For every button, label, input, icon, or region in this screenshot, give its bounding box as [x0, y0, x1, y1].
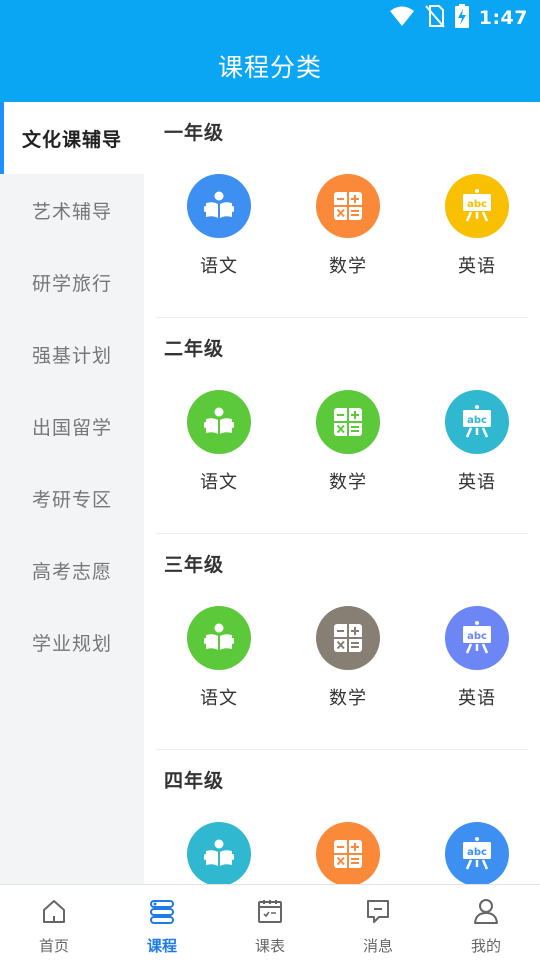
no-sim-icon — [424, 4, 445, 32]
svg-text:abc: abc — [467, 415, 487, 426]
subject-label: 英语 — [458, 256, 496, 277]
calculator-icon — [316, 606, 380, 670]
subject-chinese-button[interactable]: 语文 — [187, 174, 251, 278]
app-header: 1:47 课程分类 — [0, 0, 540, 102]
reading-person-icon — [187, 822, 251, 884]
subject-row: 语文 数学 abc 英语 — [156, 606, 528, 710]
subject-label: 数学 — [329, 256, 367, 277]
grade-section: 四年级语文 数学 abc英语 — [156, 750, 528, 884]
subject-math-button[interactable]: 数学 — [316, 822, 380, 884]
subject-label: 英语 — [458, 472, 496, 493]
tab-home[interactable]: 首页 — [0, 885, 108, 960]
abc-board-icon: abc — [445, 174, 509, 238]
profile-icon — [472, 897, 500, 929]
grade-title: 二年级 — [164, 338, 225, 360]
subject-english-button[interactable]: abc 英语 — [445, 174, 509, 278]
sidebar-item-study-tour[interactable]: 研学旅行 — [0, 246, 144, 318]
subject-row: 语文 数学 abc 英语 — [156, 174, 528, 278]
calculator-icon — [316, 390, 380, 454]
abc-board-icon: abc — [445, 822, 509, 884]
course-content: 一年级语文数学abc英语二年级语文数学abc英语三年级语文数学abc英语四年级语… — [144, 102, 540, 884]
tab-label: 消息 — [362, 937, 393, 955]
subject-chinese-button[interactable]: 语文 — [187, 390, 251, 494]
reading-person-icon — [187, 174, 251, 238]
app-root: 1:47 课程分类 文化课辅导 艺术辅导 研学旅行 强基计划 出国留学 考研专区… — [0, 0, 540, 960]
tab-label: 我的 — [470, 937, 501, 955]
grade-title: 三年级 — [164, 554, 225, 576]
tab-course[interactable]: 课程 — [108, 885, 216, 960]
grade-section: 三年级语文 数学 abc 英语 — [156, 534, 528, 750]
calculator-icon — [316, 174, 380, 238]
subject-chinese-button[interactable]: 语文 — [187, 822, 251, 884]
subject-row: 语文 数学 abc英语 — [156, 822, 528, 884]
grade-section: 一年级语文 数学 abc 英语 — [156, 102, 528, 318]
tab-profile[interactable]: 我的 — [432, 885, 540, 960]
sidebar-item-strong-foundation[interactable]: 强基计划 — [0, 318, 144, 390]
subject-math-button[interactable]: 数学 — [316, 390, 380, 494]
abc-board-icon: abc — [445, 606, 509, 670]
abc-board-icon: abc — [445, 390, 509, 454]
svg-text:abc: abc — [467, 199, 487, 210]
tab-messages[interactable]: 消息 — [324, 885, 432, 960]
grade-section: 二年级语文 数学 abc 英语 — [156, 318, 528, 534]
reading-person-icon — [187, 606, 251, 670]
grade-title: 一年级 — [164, 122, 225, 144]
subject-chinese-button[interactable]: 语文 — [187, 606, 251, 710]
sidebar-item-art-tutoring[interactable]: 艺术辅导 — [0, 174, 144, 246]
svg-text:abc: abc — [467, 847, 487, 858]
subject-english-button[interactable]: abc英语 — [445, 822, 509, 884]
reading-person-icon — [187, 390, 251, 454]
subject-label: 数学 — [329, 688, 367, 709]
subject-english-button[interactable]: abc 英语 — [445, 606, 509, 710]
home-icon — [40, 897, 68, 929]
sidebar-item-academic-planning[interactable]: 学业规划 — [0, 606, 144, 678]
wifi-icon — [389, 5, 415, 31]
svg-text:abc: abc — [467, 631, 487, 642]
subject-label: 语文 — [200, 472, 238, 493]
subject-math-button[interactable]: 数学 — [316, 606, 380, 710]
grade-title: 四年级 — [164, 770, 225, 792]
subject-math-button[interactable]: 数学 — [316, 174, 380, 278]
tab-label: 课表 — [254, 937, 285, 955]
tab-label: 首页 — [38, 937, 69, 955]
subject-label: 英语 — [458, 688, 496, 709]
schedule-icon — [256, 897, 284, 929]
tab-label: 课程 — [146, 937, 177, 955]
course-stack-icon — [148, 897, 176, 929]
subject-label: 语文 — [200, 256, 238, 277]
page-title: 课程分类 — [217, 53, 322, 82]
sidebar-item-culture-tutoring[interactable]: 文化课辅导 — [0, 102, 144, 174]
sidebar-item-college-application[interactable]: 高考志愿 — [0, 534, 144, 606]
sidebar-item-study-abroad[interactable]: 出国留学 — [0, 390, 144, 462]
status-bar: 1:47 — [389, 4, 528, 32]
subject-english-button[interactable]: abc 英语 — [445, 390, 509, 494]
status-time: 1:47 — [478, 7, 528, 29]
subject-label: 语文 — [200, 688, 238, 709]
subject-label: 数学 — [329, 472, 367, 493]
sidebar-item-postgraduate[interactable]: 考研专区 — [0, 462, 144, 534]
subject-row: 语文 数学 abc 英语 — [156, 390, 528, 494]
calculator-icon — [316, 822, 380, 884]
grades-list: 一年级语文数学abc英语二年级语文数学abc英语三年级语文数学abc英语四年级语… — [144, 102, 540, 884]
message-icon — [364, 897, 392, 929]
tab-schedule[interactable]: 课表 — [216, 885, 324, 960]
battery-charging-icon — [454, 4, 469, 32]
bottom-tab-bar: 首页 课程 课表 消息 我的 — [0, 884, 540, 960]
category-sidebar: 文化课辅导 艺术辅导 研学旅行 强基计划 出国留学 考研专区 高考志愿 学业规划 — [0, 102, 144, 884]
